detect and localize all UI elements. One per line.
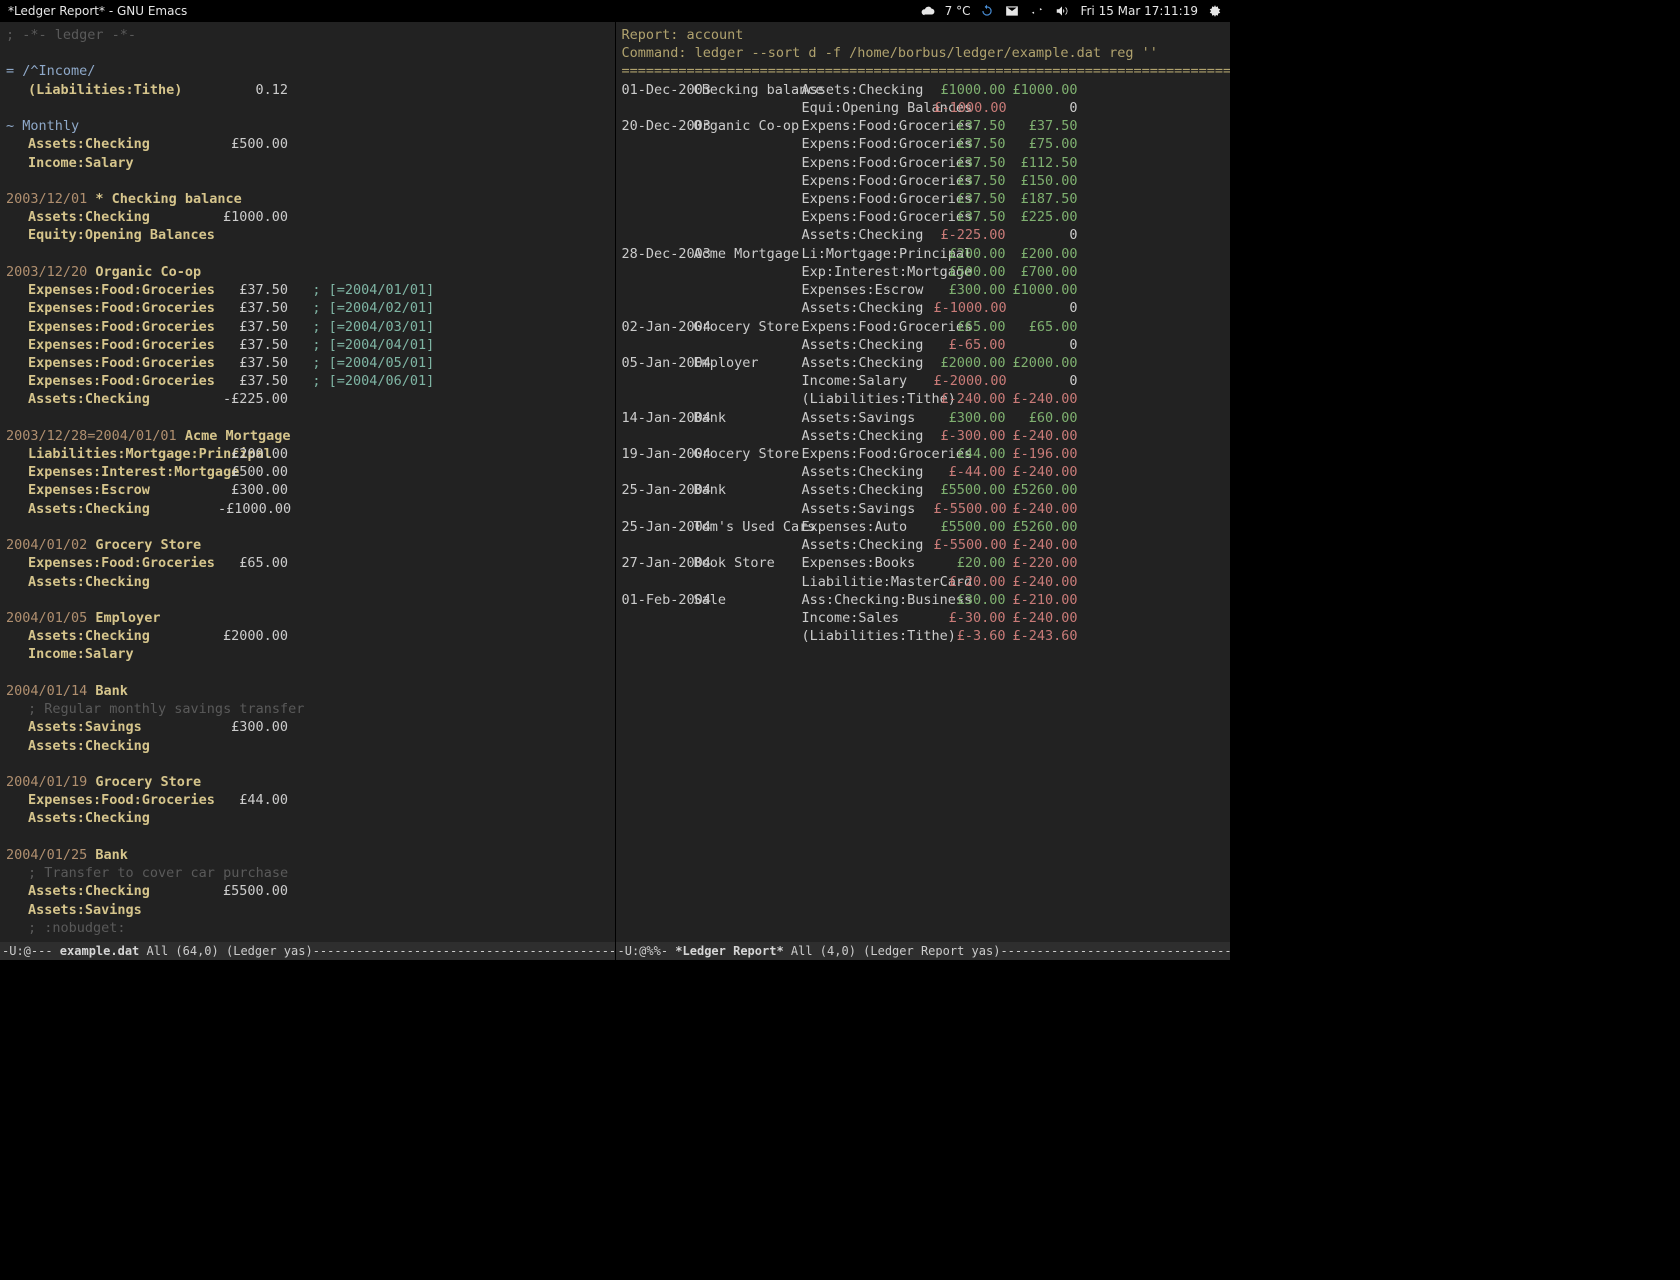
buffer-name: example.dat (60, 944, 139, 958)
buffer-name: *Ledger Report* (675, 944, 783, 958)
ledger-report[interactable]: Report: account Command: ledger --sort d… (616, 22, 1231, 942)
ledger-source[interactable]: ; -*- ledger -*- = /^Income/ (Liabilitie… (0, 22, 615, 942)
clock-text: Fri 15 Mar 17:11:19 (1080, 0, 1198, 22)
modeline-flags: -U:@--- (2, 944, 60, 958)
left-modeline: -U:@--- example.dat All (64,0) (Ledger y… (0, 942, 615, 960)
mail-icon[interactable] (1004, 4, 1020, 18)
system-tray: 7 °C Fri 15 Mar 17:11:19 (921, 0, 1222, 22)
modeline-modes: (Ledger yas) (226, 944, 313, 958)
volume-icon[interactable] (1054, 4, 1070, 18)
modeline-modes: (Ledger Report yas) (863, 944, 1000, 958)
modeline-pos: All (4,0) (784, 944, 856, 958)
modeline-pos: All (64,0) (139, 944, 218, 958)
modeline-fill: ----------------------------------------… (1000, 944, 1230, 958)
weather-icon (921, 4, 935, 18)
right-modeline: -U:@%%- *Ledger Report* All (4,0) (Ledge… (616, 942, 1231, 960)
modeline-fill: ----------------------------------------… (313, 944, 615, 958)
modeline-flags: -U:@%%- (618, 944, 676, 958)
left-buffer[interactable]: ; -*- ledger -*- = /^Income/ (Liabilitie… (0, 22, 615, 960)
top-panel: *Ledger Report* - GNU Emacs 7 °C Fri 15 … (0, 0, 1230, 22)
settings-icon[interactable] (1208, 4, 1222, 18)
weather-text: 7 °C (945, 0, 971, 22)
right-buffer[interactable]: Report: account Command: ledger --sort d… (615, 22, 1231, 960)
window-title: *Ledger Report* - GNU Emacs (8, 0, 187, 22)
refresh-icon[interactable] (980, 4, 994, 18)
network-icon[interactable] (1030, 4, 1044, 18)
